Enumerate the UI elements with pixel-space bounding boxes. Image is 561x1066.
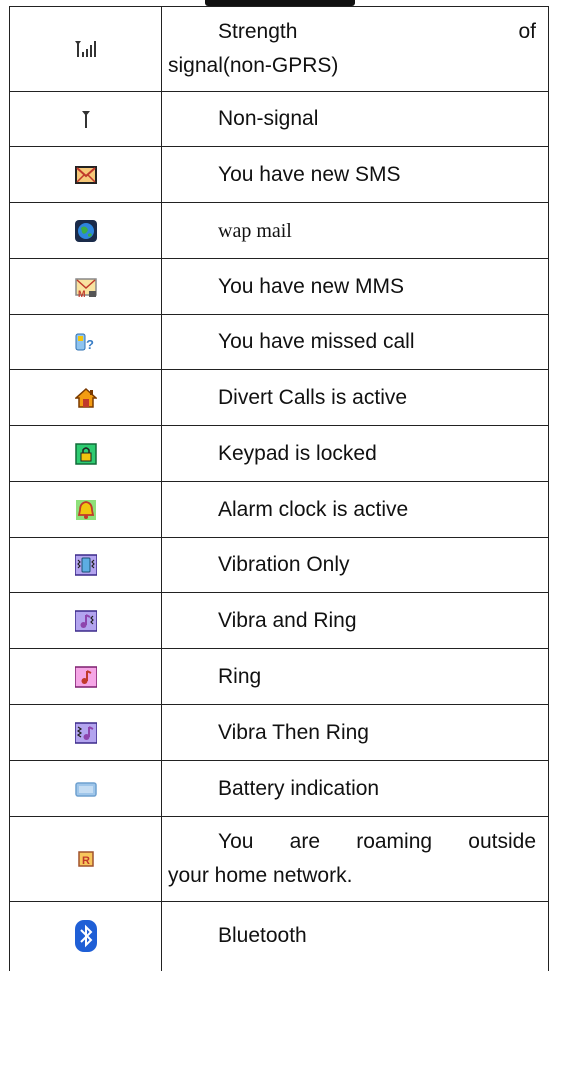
description-text: Bluetooth — [218, 924, 307, 948]
description-text: Battery indication — [218, 776, 380, 800]
icon-cell: M — [9, 258, 162, 315]
icon-cell — [9, 146, 162, 203]
table-row: M You have new MMS — [9, 258, 549, 315]
icon-cell — [9, 760, 162, 817]
description-text: Divert Calls is active — [218, 385, 408, 409]
vibra-ring-icon — [74, 609, 97, 632]
description-word: Strength — [218, 20, 298, 43]
table-row: Vibra and Ring — [9, 592, 549, 649]
no-signal-icon — [75, 108, 97, 130]
description-cell: wap mail — [161, 202, 549, 259]
description-text: Vibration Only — [218, 553, 350, 576]
description-text: You have missed call — [218, 330, 415, 353]
description-line: signal(non-GPRS) — [168, 54, 339, 77]
svg-text:M: M — [78, 289, 86, 298]
description-cell: You are roaming outside your home networ… — [161, 816, 549, 902]
svg-text:?: ? — [86, 337, 94, 352]
icon-cell — [9, 202, 162, 259]
description-cell: Vibra Then Ring — [161, 704, 549, 761]
vibration-icon — [74, 554, 97, 576]
description-cell: Bluetooth — [161, 901, 549, 971]
vibra-then-ring-icon — [74, 721, 97, 744]
description-word: You — [218, 830, 254, 853]
signal-strength-icon — [74, 38, 97, 60]
keypad-lock-icon — [74, 442, 97, 465]
description-text: You have new MMS — [218, 274, 404, 298]
table-row: wap mail — [9, 202, 549, 259]
battery-icon — [74, 778, 97, 800]
description-cell: You have missed call — [161, 314, 549, 370]
table-row: You have new SMS — [9, 146, 549, 203]
missed-call-icon: ? — [75, 331, 97, 353]
table-row: Vibration Only — [9, 537, 549, 593]
description-cell: Ring — [161, 648, 549, 705]
document-page: Strength of signal(non-GPRS) Non-signal — [0, 0, 561, 1066]
description-text: Keypad is locked — [218, 441, 377, 465]
description-text: Alarm clock is active — [218, 497, 409, 521]
icon-cell — [9, 6, 162, 92]
icon-cell — [9, 425, 162, 482]
table-row: Ring — [9, 648, 549, 705]
icon-cell — [9, 537, 162, 593]
icon-cell: R — [9, 816, 162, 902]
table-row: Bluetooth — [9, 901, 549, 971]
icon-cell: ? — [9, 314, 162, 370]
description-word: of — [518, 20, 536, 43]
description-text: wap mail — [218, 219, 292, 242]
description-cell: You have new MMS — [161, 258, 549, 315]
description-cell: Divert Calls is active — [161, 369, 549, 426]
alarm-bell-icon — [75, 499, 97, 521]
description-cell: Strength of signal(non-GPRS) — [161, 6, 549, 92]
icon-cell — [9, 648, 162, 705]
table-row: Battery indication — [9, 760, 549, 817]
description-text: Vibra Then Ring — [218, 720, 369, 744]
icon-cell — [9, 481, 162, 538]
svg-text:R: R — [82, 855, 90, 867]
bluetooth-icon — [74, 919, 98, 953]
roaming-icon: R — [75, 848, 97, 870]
table-row: ? You have missed call — [9, 314, 549, 370]
description-text: Non-signal — [218, 107, 319, 130]
description-line: your home network. — [168, 864, 353, 887]
table-row: Divert Calls is active — [9, 369, 549, 426]
description-text: You have new SMS — [218, 162, 401, 186]
table-row: R You are roaming outside your home netw… — [9, 816, 549, 902]
description-line: You are roaming outside — [168, 825, 536, 859]
description-wrap: You are roaming outside your home networ… — [162, 825, 548, 893]
table-row: Non-signal — [9, 91, 549, 147]
description-text: Ring — [218, 664, 262, 688]
description-word: are — [289, 830, 320, 853]
description-cell: Alarm clock is active — [161, 481, 549, 538]
description-cell: Vibra and Ring — [161, 592, 549, 649]
icon-cell — [9, 901, 162, 971]
table-row: Alarm clock is active — [9, 481, 549, 538]
description-cell: Battery indication — [161, 760, 549, 817]
table-row: Vibra Then Ring — [9, 704, 549, 761]
description-text: Vibra and Ring — [218, 608, 357, 632]
icon-cell — [9, 369, 162, 426]
ring-icon — [74, 665, 97, 688]
wap-globe-icon — [74, 219, 97, 242]
description-cell: You have new SMS — [161, 146, 549, 203]
description-cell: Non-signal — [161, 91, 549, 147]
description-word: outside — [468, 830, 536, 853]
description-word: roaming — [356, 830, 433, 853]
icon-cell — [9, 704, 162, 761]
table-row: Keypad is locked — [9, 425, 549, 482]
mms-envelope-icon: M — [74, 276, 97, 298]
icon-cell — [9, 91, 162, 147]
description-cell: Vibration Only — [161, 537, 549, 593]
divert-calls-icon — [74, 387, 97, 409]
status-icons-table: Strength of signal(non-GPRS) Non-signal — [9, 6, 549, 971]
sms-envelope-icon — [74, 164, 97, 186]
description-cell: Keypad is locked — [161, 425, 549, 482]
description-line: Strength of — [162, 15, 548, 49]
icon-cell — [9, 592, 162, 649]
table-row: Strength of signal(non-GPRS) — [9, 6, 549, 92]
